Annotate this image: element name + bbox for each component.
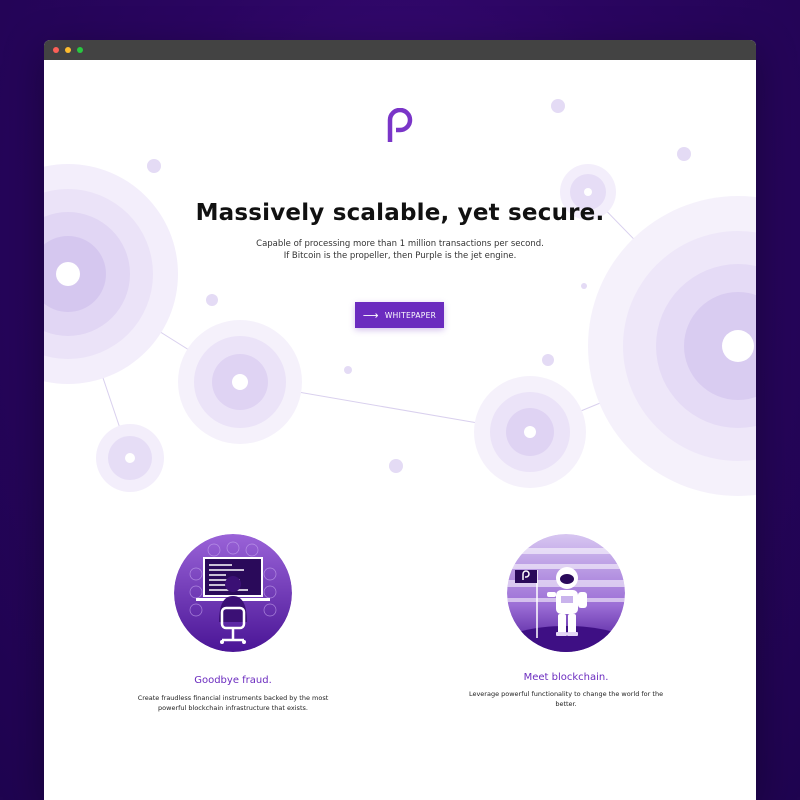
maximize-window-button[interactable] [77, 47, 83, 53]
feature-title-blockchain: Meet blockchain. [523, 672, 609, 683]
whitepaper-button-label: WHITEPAPER [384, 310, 437, 320]
network-background [44, 99, 756, 496]
page-content: Massively scalable, yet secure. Capable … [44, 60, 756, 800]
hero-headline: Massively scalable, yet secure. [195, 200, 605, 226]
minimize-window-button[interactable] [65, 47, 71, 53]
feature-description-blockchain: Leverage powerful functionality to chang… [468, 690, 664, 708]
developer-illustration [174, 534, 292, 652]
hero-subline-2: If Bitcoin is the propeller, then Purple… [283, 251, 517, 261]
purple-logo-icon[interactable] [384, 108, 416, 144]
whitepaper-button[interactable]: ⟶ WHITEPAPER [355, 302, 444, 328]
close-window-button[interactable] [53, 47, 59, 53]
hero-subline-1: Capable of processing more than 1 millio… [256, 239, 544, 249]
browser-titlebar [44, 40, 756, 60]
astronaut-illustration [507, 534, 625, 652]
feature-description-fraud: Create fraudless financial instruments b… [137, 694, 329, 712]
browser-window: Massively scalable, yet secure. Capable … [44, 40, 756, 800]
arrow-right-icon: ⟶ [362, 308, 379, 322]
feature-title-fraud: Goodbye fraud. [194, 675, 272, 686]
